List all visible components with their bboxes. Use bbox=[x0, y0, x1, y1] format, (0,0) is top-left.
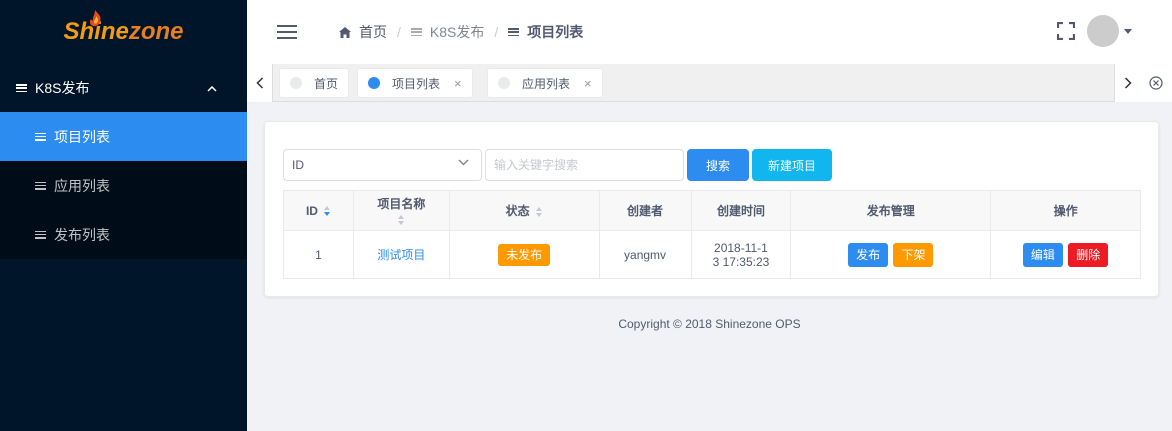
logo: Shinezone bbox=[0, 0, 247, 64]
menu-icon bbox=[410, 28, 422, 36]
status-badge: 未发布 bbox=[498, 243, 551, 266]
footer-copyright: Copyright © 2018 Shinezone OPS bbox=[618, 317, 801, 331]
sidebar-item-label: 应用列表 bbox=[54, 177, 110, 194]
create-project-button[interactable]: 新建项目 bbox=[752, 149, 832, 181]
logo-text: Shinezone bbox=[63, 18, 183, 46]
breadcrumb-current: 项目列表 bbox=[508, 22, 583, 42]
cell-creator: yangmv bbox=[598, 230, 692, 279]
header: 首页 / K8S发布 / 项目列表 bbox=[247, 0, 1172, 64]
chevron-right-icon bbox=[1124, 77, 1132, 89]
tab-projects[interactable]: 项目列表 × bbox=[357, 68, 473, 98]
menu-icon bbox=[16, 84, 27, 92]
breadcrumb-section-label: K8S发布 bbox=[429, 24, 485, 40]
sidebar-item-label: 项目列表 bbox=[54, 128, 110, 145]
sidebar-submenu: 项目列表 应用列表 发布列表 bbox=[0, 112, 247, 259]
tab-dot bbox=[290, 77, 302, 89]
breadcrumb-separator: / bbox=[397, 24, 401, 40]
tab-apps[interactable]: 应用列表 × bbox=[487, 68, 603, 98]
tab-dot bbox=[368, 77, 380, 89]
column-header-status[interactable]: 状态 bbox=[448, 190, 600, 231]
tabs-bar: 首页 项目列表 × 应用列表 × bbox=[247, 64, 1172, 102]
sidebar-item-releases[interactable]: 发布列表 bbox=[0, 210, 247, 259]
header-right bbox=[1057, 15, 1132, 47]
sort-icon[interactable] bbox=[323, 206, 331, 217]
search-input[interactable] bbox=[485, 149, 684, 181]
column-header-label: 操作 bbox=[1053, 204, 1078, 218]
column-header-name[interactable]: 项目名称 bbox=[352, 190, 450, 231]
close-icon[interactable]: × bbox=[454, 76, 462, 91]
tab-label: 首页 bbox=[314, 76, 339, 91]
close-icon[interactable]: × bbox=[584, 76, 592, 91]
cell-name: 测试项目 bbox=[352, 230, 450, 279]
tab-label: 应用列表 bbox=[522, 76, 571, 91]
menu-icon bbox=[35, 132, 46, 141]
breadcrumb-current-label: 项目列表 bbox=[527, 24, 584, 40]
unpublish-button[interactable]: 下架 bbox=[893, 242, 934, 267]
delete-button[interactable]: 删除 bbox=[1068, 242, 1109, 267]
tab-home[interactable]: 首页 bbox=[279, 68, 350, 98]
sidebar-item-apps[interactable]: 应用列表 bbox=[0, 161, 247, 210]
edit-button[interactable]: 编辑 bbox=[1022, 242, 1063, 267]
logo-text-part2: zone bbox=[128, 18, 184, 45]
column-header-label: 发布管理 bbox=[866, 204, 915, 218]
chevron-left-icon bbox=[255, 77, 263, 89]
tab-label: 项目列表 bbox=[392, 76, 441, 91]
column-header-label: 创建时间 bbox=[716, 204, 765, 218]
close-all-tabs-button[interactable] bbox=[1140, 64, 1172, 102]
table-row: 1 测试项目 未发布 yangmv 2018-11-1 3 17:35:23 发… bbox=[283, 230, 1141, 279]
menu-icon bbox=[35, 181, 46, 190]
menu-icon bbox=[35, 230, 46, 239]
search-button[interactable]: 搜索 bbox=[687, 149, 749, 181]
tabs-scroll-right-button[interactable] bbox=[1114, 64, 1140, 102]
publish-button[interactable]: 发布 bbox=[848, 242, 889, 267]
chevron-up-icon bbox=[207, 81, 217, 95]
created-time-line1: 2018-11-1 bbox=[714, 240, 768, 255]
cell-status: 未发布 bbox=[448, 230, 600, 279]
column-header-label: ID bbox=[305, 203, 318, 218]
chevron-down-icon bbox=[458, 159, 469, 166]
column-header-publish-mgmt: 发布管理 bbox=[790, 190, 992, 231]
project-name-link[interactable]: 测试项目 bbox=[377, 248, 425, 262]
breadcrumb-separator: / bbox=[494, 24, 499, 40]
project-table: ID 项目名称 状态 创建者 创建时间 发布管理 操作 1 测试项目 未发布 y… bbox=[283, 190, 1141, 279]
column-header-label: 状态 bbox=[505, 204, 530, 218]
cell-created-time: 2018-11-1 3 17:35:23 bbox=[690, 230, 792, 279]
sort-icon[interactable] bbox=[397, 214, 405, 225]
sidebar-group-label: K8S发布 bbox=[35, 80, 90, 96]
created-time-line2: 3 17:35:23 bbox=[712, 254, 770, 269]
column-header-id[interactable]: ID bbox=[283, 190, 354, 231]
search-field-select-value: ID bbox=[292, 158, 304, 172]
cell-actions: 编辑 删除 bbox=[990, 230, 1141, 279]
table-header-row: ID 项目名称 状态 创建者 创建时间 发布管理 操作 bbox=[283, 190, 1141, 231]
fullscreen-icon[interactable] bbox=[1057, 22, 1075, 40]
tab-dot bbox=[498, 77, 510, 89]
search-field-select[interactable]: ID bbox=[283, 149, 482, 181]
column-header-label: 创建者 bbox=[627, 204, 664, 218]
breadcrumb-home[interactable]: 首页 bbox=[339, 22, 387, 42]
close-circle-icon bbox=[1149, 76, 1163, 90]
breadcrumb-section[interactable]: K8S发布 bbox=[410, 22, 485, 42]
project-list-card: ID 搜索 新建项目 ID 项目名称 状态 创建者 创 bbox=[264, 121, 1159, 297]
caret-down-icon[interactable] bbox=[1124, 28, 1132, 34]
breadcrumb-home-label: 首页 bbox=[359, 24, 387, 40]
column-header-creator: 创建者 bbox=[598, 190, 692, 231]
sort-icon[interactable] bbox=[535, 206, 543, 217]
cell-id: 1 bbox=[283, 230, 354, 279]
column-header-label: 项目名称 bbox=[377, 197, 426, 211]
sidebar-toggle-icon[interactable] bbox=[277, 25, 297, 39]
avatar[interactable] bbox=[1087, 15, 1119, 47]
tabs-scroll-left-button[interactable] bbox=[247, 64, 273, 102]
breadcrumb: 首页 / K8S发布 / 项目列表 bbox=[339, 22, 583, 42]
sidebar-item-label: 发布列表 bbox=[54, 226, 110, 243]
sidebar: Shinezone K8S发布 项目列表 应用列表 发布列表 bbox=[0, 0, 247, 431]
column-header-created-time: 创建时间 bbox=[690, 190, 792, 231]
menu-icon bbox=[508, 28, 520, 36]
home-icon bbox=[339, 26, 351, 38]
flame-icon bbox=[89, 10, 101, 27]
sidebar-item-projects[interactable]: 项目列表 bbox=[0, 112, 247, 161]
column-header-actions: 操作 bbox=[990, 190, 1141, 231]
sidebar-group-k8s[interactable]: K8S发布 bbox=[0, 64, 247, 112]
cell-publish-mgmt: 发布 下架 bbox=[790, 230, 992, 279]
